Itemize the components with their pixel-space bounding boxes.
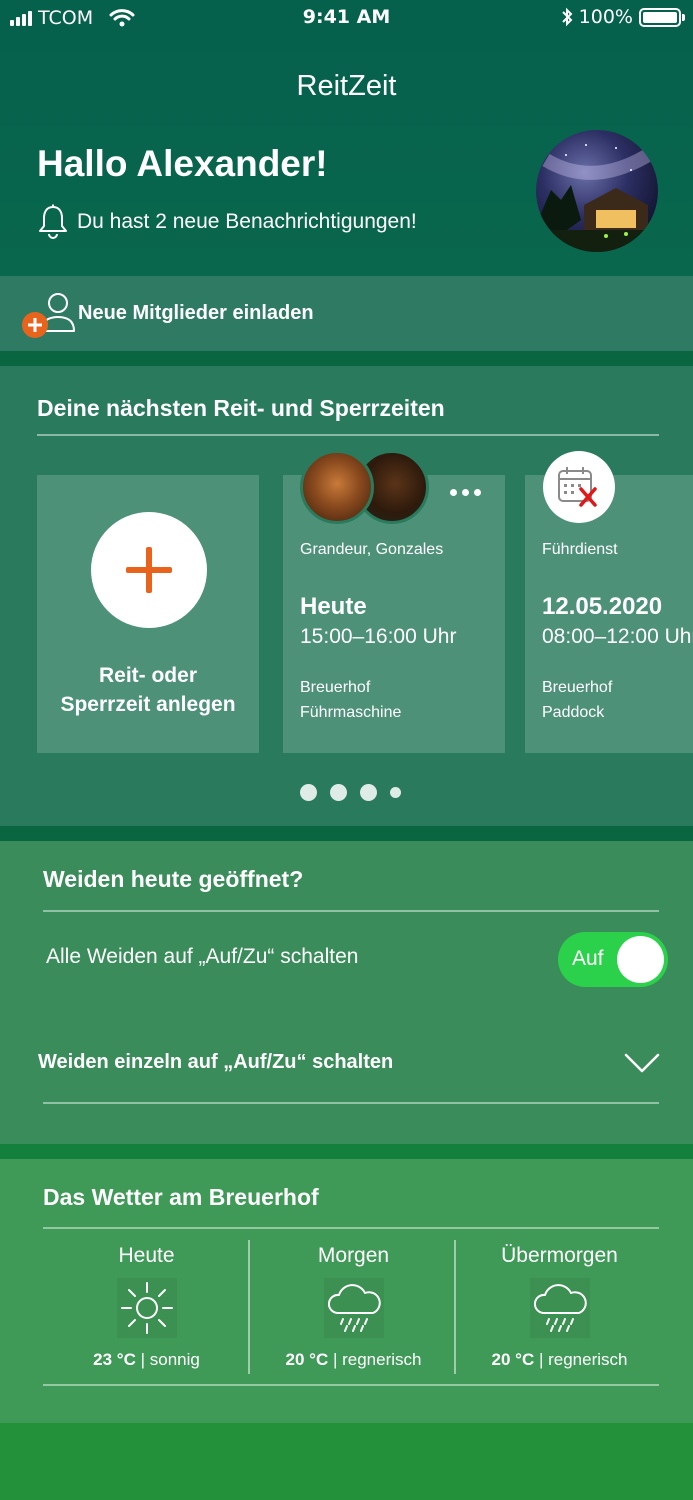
bell-icon	[39, 204, 67, 239]
bluetooth-icon	[561, 7, 573, 27]
divider	[0, 1144, 693, 1159]
notification-text: Du hast 2 neue Benachrichtigungen!	[77, 210, 417, 233]
add-slot-card[interactable]: Reit- oder Sperrzeit anlegen	[37, 475, 259, 753]
avatar-image	[536, 144, 658, 252]
status-right: 100%	[561, 6, 685, 28]
weather-day-label: Morgen	[317, 1244, 390, 1267]
weather-day-label: Übermorgen	[501, 1244, 618, 1267]
notification-link[interactable]: Du hast 2 neue Benachrichtigungen!	[37, 204, 417, 240]
individual-toggle-label[interactable]: Weiden einzeln auf „Auf/Zu“ schalten	[38, 1051, 393, 1074]
pastures-rule	[43, 910, 659, 912]
weather-day-today: Heute 23 °C | sonnig	[43, 1240, 250, 1374]
slot-time: 15:00–16:00 Uhr	[300, 625, 457, 648]
weather-temp: 23 °C | sonnig	[93, 1350, 200, 1369]
toggle-all-label: Alle Weiden auf „Auf/Zu“ schalten	[46, 945, 359, 968]
weather-day-tomorrow: Morgen 20 °C | regnerisch	[250, 1240, 457, 1374]
chevron-down-icon[interactable]	[624, 1052, 660, 1074]
toggle-knob	[617, 936, 664, 983]
add-slot-label: Reit- oder Sperrzeit anlegen	[60, 664, 236, 716]
rain-cloud-icon	[529, 1278, 590, 1338]
battery-icon	[639, 7, 685, 27]
weather-day-after-tomorrow: Übermorgen 20 °C | regnerisch	[456, 1240, 663, 1374]
slot-day: Heute	[300, 593, 367, 620]
slot-day: 12.05.2020	[542, 593, 663, 620]
divider	[0, 826, 693, 841]
battery-percent: 100%	[578, 6, 633, 28]
slot-names: Führdienst	[542, 541, 618, 558]
slot-names: Grandeur, Gonzales	[300, 541, 444, 558]
weather-title: Das Wetter am Breuerhof	[43, 1184, 319, 1210]
schedule-title: Deine nächsten Reit- und Sperrzeiten	[37, 395, 445, 421]
horse-avatar-grandeur	[300, 450, 374, 524]
page-dot[interactable]	[300, 784, 317, 801]
add-user-icon	[22, 292, 75, 338]
calendar-blocked-icon	[543, 451, 615, 523]
greeting: Hallo Alexander!	[37, 143, 328, 184]
sun-icon	[116, 1278, 177, 1338]
page-dot[interactable]	[330, 784, 347, 801]
pastures-toggle[interactable]: Auf	[558, 932, 668, 987]
slot-time: 08:00–12:00 Uhr	[542, 625, 693, 648]
more-options-icon[interactable]	[450, 489, 481, 496]
invite-label: Neue Mitglieder einladen	[78, 302, 314, 324]
carousel-pagination[interactable]	[300, 784, 401, 801]
weather-temp: 20 °C | regnerisch	[285, 1350, 422, 1369]
page-dot[interactable]	[360, 784, 377, 801]
slot-location: Breuerhof Führmaschine	[300, 679, 402, 721]
app-title: ReitZeit	[296, 70, 397, 102]
rain-cloud-icon	[323, 1278, 384, 1338]
invite-members-button[interactable]: Neue Mitglieder einladen	[0, 276, 693, 351]
weather-temp: 20 °C | regnerisch	[491, 1350, 628, 1369]
plus-icon	[91, 512, 207, 628]
weather-rule	[43, 1227, 659, 1229]
avatar[interactable]	[536, 130, 658, 252]
pastures-title: Weiden heute geöffnet?	[43, 866, 304, 892]
divider	[0, 351, 693, 366]
weather-day-label: Heute	[118, 1244, 175, 1267]
schedule-rule	[37, 434, 659, 436]
slot-location: Breuerhof Paddock	[542, 679, 613, 721]
pastures-bottom-rule	[43, 1102, 659, 1104]
page-dot[interactable]	[390, 787, 401, 798]
slot-card-2[interactable]: Führdienst 12.05.2020 08:00–12:00 Uhr Br…	[525, 475, 693, 753]
status-bar: TCOM 9:41 AM 100%	[0, 0, 693, 36]
toggle-state-label: Auf	[572, 947, 604, 970]
weather-bottom-rule	[43, 1384, 659, 1386]
bottom-bar	[0, 1423, 693, 1500]
